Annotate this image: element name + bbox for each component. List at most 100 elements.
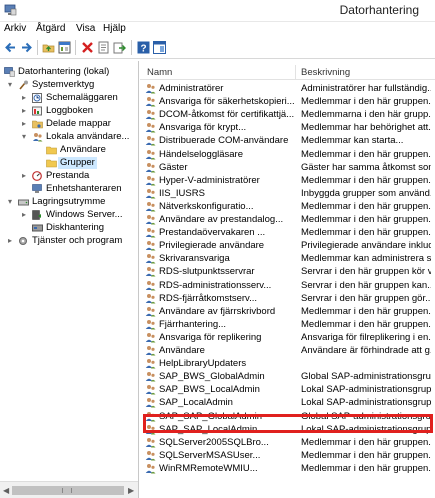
list-row[interactable]: SQLServerMSASUser... Medlemmar i den här … <box>140 449 435 462</box>
group-icon <box>145 463 156 474</box>
list-row[interactable]: Nätverkskonfiguratio... Medlemmar i den h… <box>140 200 435 213</box>
delete-icon[interactable] <box>80 40 95 55</box>
list-row[interactable]: Ansvariga för replikering Ansvariga för f… <box>140 331 435 344</box>
chevron-right-icon[interactable]: ▸ <box>8 235 16 247</box>
group-name: Ansvariga för säkerhetskopieri... <box>159 96 294 108</box>
group-name: SQLServer2005SQLBro... <box>159 436 269 448</box>
group-name: Privilegierade användare <box>159 240 265 252</box>
shared-folder-icon <box>32 120 43 129</box>
help-icon[interactable]: ? <box>136 40 151 55</box>
menu-view[interactable]: Visa <box>76 23 95 34</box>
group-description: Medlemmar i den här gruppen... <box>301 305 431 317</box>
list-row[interactable]: RDS-fjärråtkomstserv... Servrar i den här… <box>140 292 435 305</box>
list-row[interactable]: Hyper-V-administratörer Medlemmar i den h… <box>140 174 435 187</box>
group-icon <box>145 359 156 369</box>
list-row[interactable]: RDS-slutpunktsservrar Servrar i den här g… <box>140 265 435 278</box>
list-row[interactable]: IIS_IUSRS Inbyggda grupper som använd... <box>140 187 435 200</box>
group-description: Medlemmar i den här gruppen... <box>301 227 431 239</box>
group-icon <box>145 332 156 343</box>
export-icon[interactable] <box>112 40 127 55</box>
list-header: Namn Beskrivning <box>140 65 435 80</box>
group-description: Medlemmar i den här gruppen... <box>301 449 431 461</box>
list-row[interactable]: Användare Användare är förhindrade att g.… <box>140 344 435 357</box>
list-row[interactable]: Prestandaövervakaren ... Medlemmar i den … <box>140 226 435 239</box>
clock-icon <box>32 93 42 103</box>
group-icon <box>145 241 156 251</box>
group-icon <box>145 267 156 277</box>
group-description: Inbyggda grupper som använd... <box>301 187 431 199</box>
menu-action[interactable]: Åtgärd <box>36 23 65 34</box>
list-row[interactable]: Händelseloggläsare Medlemmar i den här gr… <box>140 148 435 161</box>
list-row[interactable]: SAP_LocalAdmin Lokal SAP-administrationsg… <box>140 396 435 409</box>
group-description: Servrar i den här gruppen kör vi... <box>301 266 431 278</box>
svg-text:?: ? <box>140 44 146 55</box>
list-row[interactable]: RDS-administrationsserv... Servrar i den … <box>140 279 435 292</box>
group-icon <box>145 175 156 186</box>
group-description: Global SAP-administrationsgrupp <box>301 371 431 383</box>
chevron-right-icon[interactable]: ▸ <box>22 118 30 130</box>
list-row[interactable]: HelpLibraryUpdaters <box>140 357 435 370</box>
toolbar: ? <box>0 37 435 59</box>
panel-icon[interactable] <box>152 40 167 55</box>
up-folder-icon[interactable] <box>41 40 56 55</box>
group-description: Ansvariga för filreplikering i en... <box>301 331 431 343</box>
list-row[interactable]: SAP_BWS_GlobalAdmin Global SAP-administra… <box>140 370 435 383</box>
list-row[interactable]: Fjärrhantering... Medlemmar i den här gru… <box>140 318 435 331</box>
group-icon <box>145 136 156 146</box>
list-row[interactable]: SQLServer2005SQLBro... Medlemmar i den hä… <box>140 436 435 449</box>
properties-icon[interactable] <box>96 40 111 55</box>
column-description-header[interactable]: Beskrivning <box>301 67 350 78</box>
list-row[interactable]: Användare av fjärrskrivbord Medlemmar i d… <box>140 305 435 318</box>
group-icon <box>145 123 156 133</box>
list-row[interactable]: WinRMRemoteWMIU... Medlemmar i den här gr… <box>140 462 435 475</box>
highlight-box <box>143 414 433 433</box>
group-name: Händelseloggläsare <box>159 148 243 160</box>
menu-help[interactable]: Hjälp <box>103 23 126 34</box>
chevron-right-icon[interactable]: ▸ <box>22 105 30 117</box>
chevron-right-icon[interactable]: ▸ <box>22 209 30 221</box>
users-icon <box>33 133 43 142</box>
list-row[interactable]: Administratörer Administratörer har fulls… <box>140 82 435 95</box>
group-description: Servrar i den här gruppen kan... <box>301 279 431 291</box>
list-row[interactable]: Ansvariga för säkerhetskopieri... Medlemm… <box>140 95 435 108</box>
group-name: SAP_BWS_GlobalAdmin <box>159 371 265 383</box>
group-name: Skrivaransvariga <box>159 253 230 265</box>
chevron-right-icon[interactable]: ▸ <box>22 92 30 104</box>
list-row[interactable]: Användare av prestandalog... Medlemmar i … <box>140 213 435 226</box>
navigation-tree: Datorhantering (lokal) ▾ Systemverktyg ▸… <box>0 61 139 498</box>
group-icon <box>145 162 156 173</box>
forward-icon[interactable] <box>19 40 34 55</box>
group-name: WinRMRemoteWMIU... <box>159 462 258 474</box>
list-row[interactable]: Ansvariga för krypt... Medlemmar har behö… <box>140 121 435 134</box>
title-bar: Datorhantering <box>0 0 435 22</box>
group-icon <box>145 149 156 159</box>
list-row[interactable]: Distribuerade COM-användare Medlemmar kan… <box>140 134 435 147</box>
back-icon[interactable] <box>3 40 18 55</box>
list-row[interactable]: DCOM-åtkomst för certifikattjä... Medlemm… <box>140 108 435 121</box>
list-row[interactable]: Gäster Gäster har samma åtkomst som... <box>140 161 435 174</box>
tree-horizontal-scrollbar[interactable]: ◀ ▶ <box>0 481 138 498</box>
grid-view-icon[interactable] <box>57 40 72 55</box>
column-name-header[interactable]: Namn <box>147 67 172 78</box>
scroll-left-icon[interactable]: ◀ <box>3 486 9 495</box>
chevron-down-icon[interactable]: ▾ <box>8 79 16 91</box>
scroll-right-icon[interactable]: ▶ <box>128 486 134 495</box>
chevron-down-icon[interactable]: ▾ <box>8 196 16 208</box>
group-name: Användare av prestandalog... <box>159 214 284 225</box>
chevron-right-icon[interactable]: ▸ <box>22 170 30 182</box>
group-icon <box>145 319 156 330</box>
disk-icon <box>32 224 43 232</box>
chevron-down-icon[interactable]: ▾ <box>22 131 30 143</box>
group-description: Medlemmar kan administrera s... <box>301 253 431 265</box>
list-row[interactable]: Skrivaransvariga Medlemmar kan administre… <box>140 252 435 265</box>
group-description: Medlemmar har behörighet att... <box>301 122 431 134</box>
list-row[interactable]: SAP_BWS_LocalAdmin Lokal SAP-administrati… <box>140 383 435 396</box>
group-name: Distribuerade COM-användare <box>159 135 289 147</box>
list-row[interactable]: Privilegierade användare Privilegierade a… <box>140 239 435 252</box>
group-name: SAP_LocalAdmin <box>159 397 233 409</box>
group-name: SAP_BWS_LocalAdmin <box>159 384 260 396</box>
services-icon <box>19 237 27 245</box>
group-icon <box>145 110 156 120</box>
menu-file[interactable]: Arkiv <box>4 23 26 34</box>
folder-icon <box>46 146 57 155</box>
